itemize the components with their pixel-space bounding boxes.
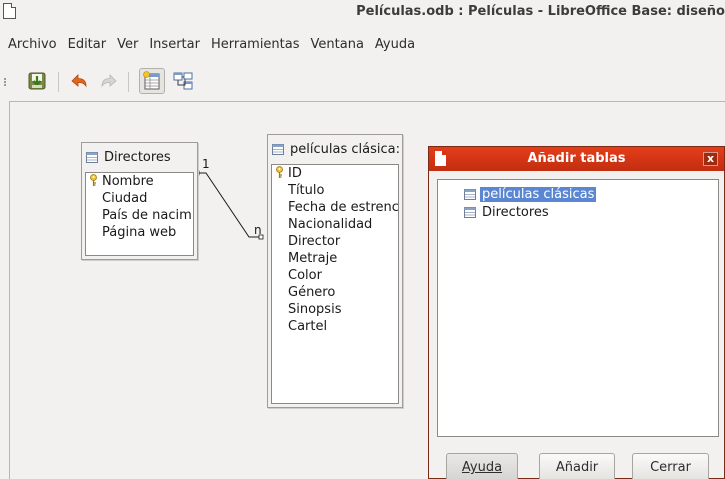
field-item[interactable]: Color	[272, 267, 398, 284]
redo-icon	[101, 74, 117, 88]
field-item[interactable]: Título	[272, 182, 398, 199]
help-button-label: Ayuda	[461, 460, 503, 475]
field-name: Cartel	[288, 319, 328, 334]
document-icon	[3, 3, 16, 19]
field-item[interactable]: Género	[272, 284, 398, 301]
menu-archivo[interactable]: Archivo	[8, 33, 57, 57]
field-item[interactable]: Sinopsis	[272, 301, 398, 318]
new-relation-icon	[173, 72, 193, 90]
field-name: Director	[288, 234, 341, 249]
field-item[interactable]: Página web	[86, 224, 193, 241]
field-name: Género	[288, 285, 336, 300]
save-button[interactable]	[24, 68, 50, 94]
dialog-titlebar[interactable]: Añadir tablas x	[429, 147, 724, 171]
primary-key-icon	[276, 166, 283, 178]
window-title: Películas.odb : Películas - LibreOffice …	[356, 4, 725, 19]
standard-toolbar	[0, 66, 725, 98]
field-name: País de nacim	[102, 208, 192, 223]
dialog-title: Añadir tablas	[527, 151, 626, 166]
menu-ayuda[interactable]: Ayuda	[375, 33, 415, 57]
menu-herramientas[interactable]: Herramientas	[211, 33, 300, 57]
field-item[interactable]: ID	[272, 165, 398, 182]
tables-list[interactable]: películas clásicas Directores	[437, 179, 719, 437]
list-item-label: películas clásicas	[480, 187, 597, 202]
table-name: Directores	[104, 149, 171, 165]
field-name: Nacionalidad	[288, 217, 373, 232]
table-icon	[464, 189, 476, 200]
table-window-title[interactable]: películas clásica:	[268, 135, 402, 163]
table-icon	[86, 151, 98, 163]
toolbar-separator	[58, 72, 59, 92]
field-item[interactable]: País de nacim	[86, 207, 193, 224]
field-list[interactable]: ID Título Fecha de estrenc Nacionalidad …	[271, 164, 399, 404]
field-name: Fecha de estrenc	[288, 200, 399, 215]
field-item[interactable]: Nacionalidad	[272, 216, 398, 233]
menu-bar: Archivo Editar Ver Insertar Herramientas…	[0, 33, 725, 57]
menu-insertar[interactable]: Insertar	[149, 33, 200, 57]
field-list[interactable]: Nombre Ciudad País de nacim Página web	[85, 172, 194, 256]
menu-ventana[interactable]: Ventana	[311, 33, 364, 57]
primary-key-icon	[90, 174, 97, 186]
field-name: Título	[288, 183, 325, 198]
field-name: Sinopsis	[288, 302, 342, 317]
table-icon	[464, 207, 476, 218]
table-window-peliculas-clasicas[interactable]: películas clásica: ID Título Fecha de es…	[267, 134, 403, 408]
window-titlebar: Películas.odb : Películas - LibreOffice …	[0, 0, 725, 26]
field-item[interactable]: Nombre	[86, 173, 193, 190]
relation-cardinality-many: n	[254, 223, 262, 237]
list-item-peliculas-clasicas[interactable]: películas clásicas	[480, 186, 597, 203]
add-tables-icon	[143, 71, 160, 90]
add-button-label: Añadir	[555, 460, 599, 475]
field-item[interactable]: Fecha de estrenc	[272, 199, 398, 216]
field-item[interactable]: Cartel	[272, 318, 398, 335]
add-button[interactable]: Añadir	[539, 453, 615, 479]
close-button-label: Cerrar	[650, 460, 691, 475]
redo-button[interactable]	[96, 68, 122, 94]
menu-editar[interactable]: Editar	[68, 33, 107, 57]
undo-icon	[71, 74, 87, 88]
field-name: ID	[288, 166, 302, 181]
help-button[interactable]: Ayuda	[446, 453, 518, 479]
toolbar-separator	[128, 72, 129, 92]
field-item[interactable]: Director	[272, 233, 398, 250]
undo-button[interactable]	[66, 68, 92, 94]
add-tables-button[interactable]	[139, 68, 165, 94]
field-item[interactable]: Metraje	[272, 250, 398, 267]
table-name: películas clásica:	[290, 141, 400, 157]
table-window-title[interactable]: Directores	[82, 143, 197, 171]
toolbar-grip[interactable]	[4, 78, 6, 86]
field-name: Página web	[102, 225, 177, 240]
table-icon	[272, 143, 284, 155]
table-window-directores[interactable]: Directores Nombre Ciudad País de nacim P…	[81, 142, 198, 260]
menu-ver[interactable]: Ver	[117, 33, 138, 57]
add-tables-dialog: Añadir tablas x películas clásicas Direc…	[428, 146, 725, 479]
field-name: Metraje	[288, 251, 338, 266]
list-item-directores[interactable]: Directores	[482, 204, 549, 221]
field-name: Color	[288, 268, 322, 283]
close-icon[interactable]: x	[703, 152, 718, 166]
close-button[interactable]: Cerrar	[632, 453, 709, 479]
field-item[interactable]: Ciudad	[86, 190, 193, 207]
field-name: Nombre	[102, 174, 154, 189]
list-item-label: Directores	[482, 205, 549, 220]
relation-cardinality-one: 1	[202, 157, 210, 171]
field-name: Ciudad	[102, 191, 148, 206]
new-relation-button[interactable]	[170, 68, 196, 94]
save-icon	[28, 72, 46, 90]
